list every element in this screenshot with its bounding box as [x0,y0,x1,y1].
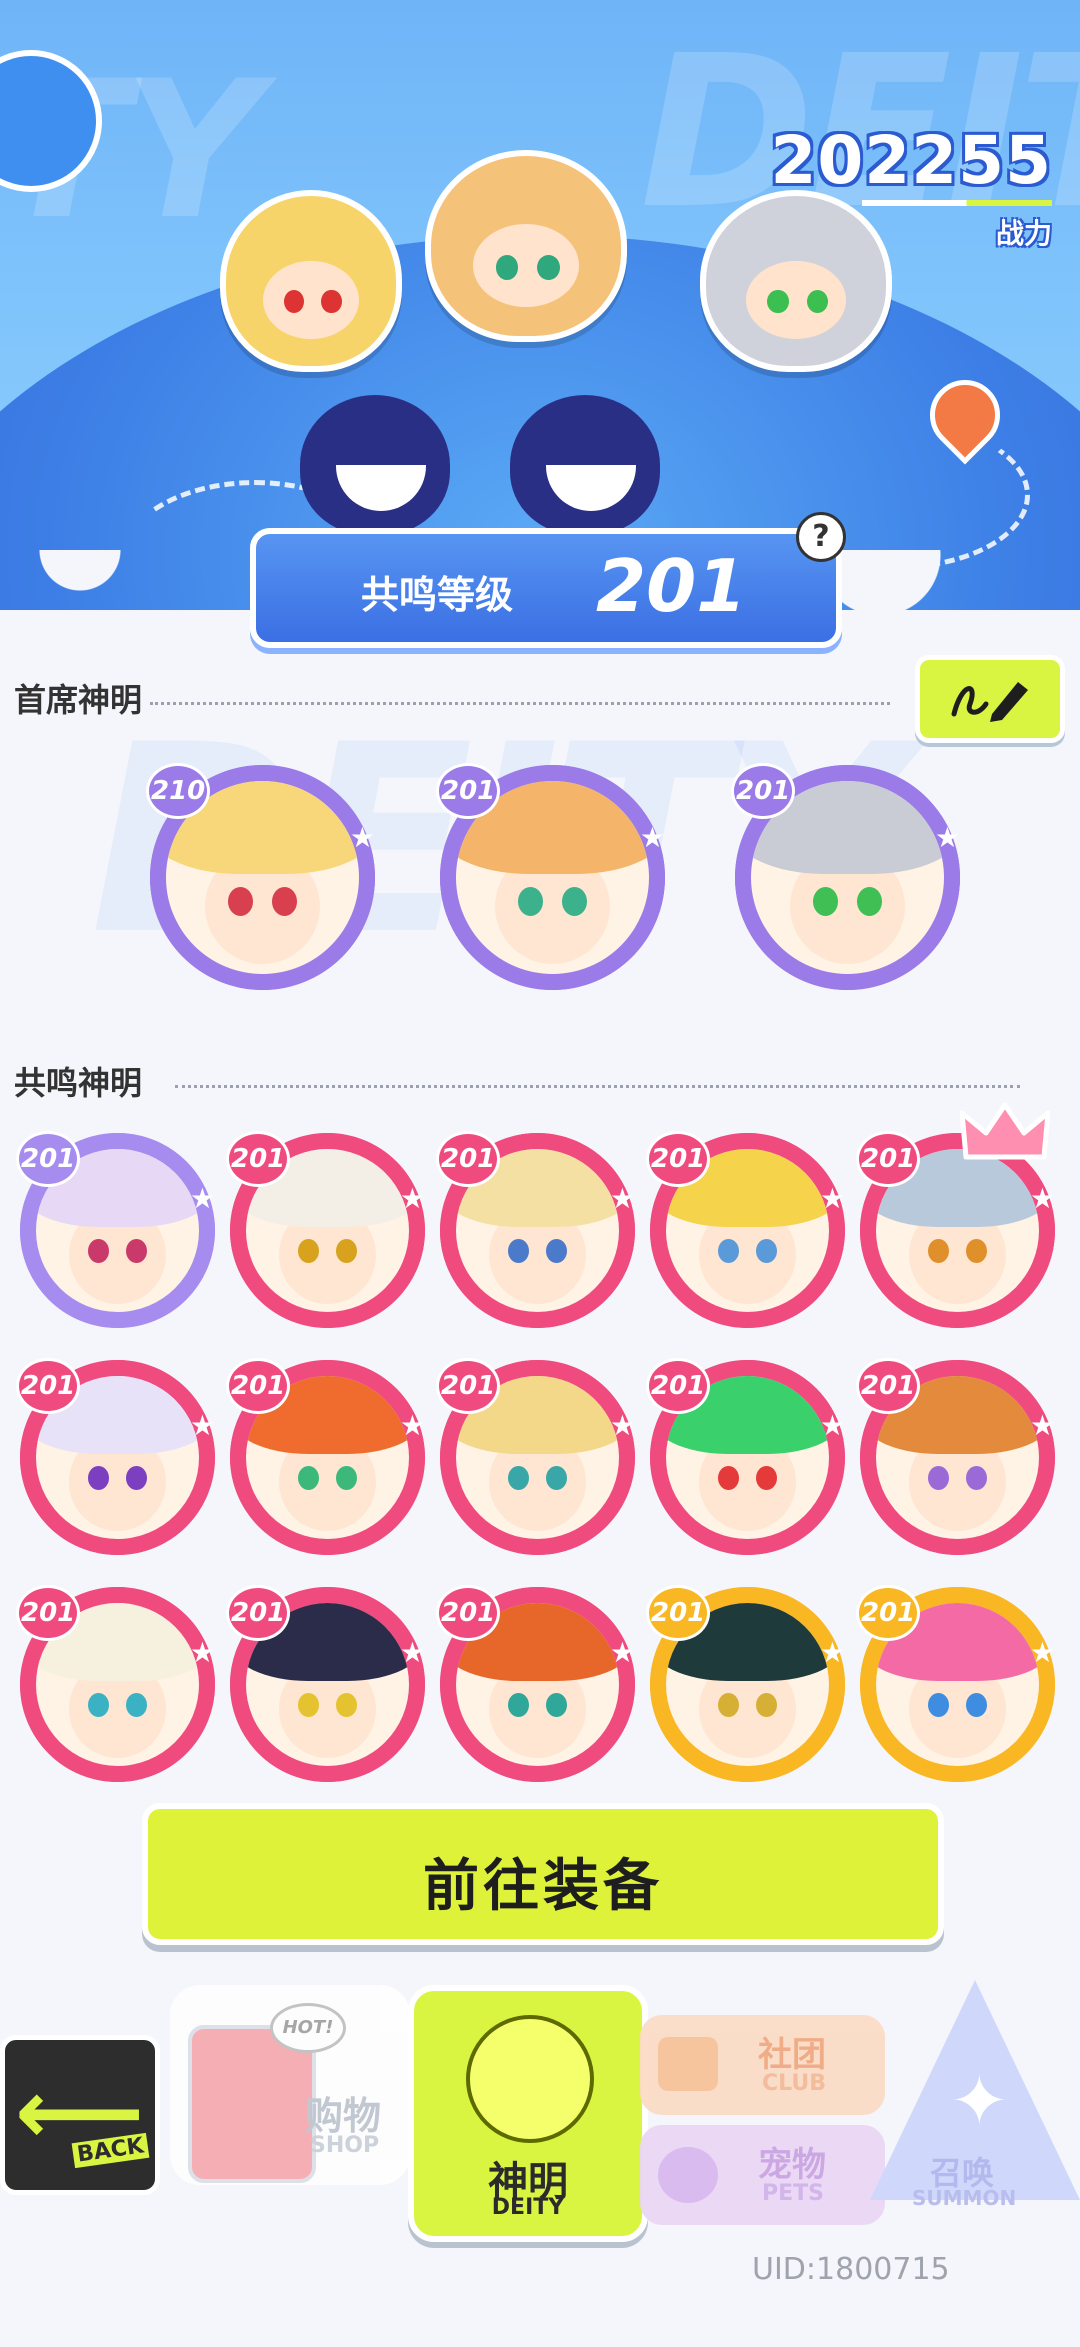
crown-icon [960,1103,1050,1160]
pencil-icon [951,682,1028,722]
level-badge: 201 [16,1585,81,1641]
nav-summon[interactable]: ✦ 召唤 SUMMON [870,1980,1080,2210]
nav-shop-label: 购物 [305,2094,382,2138]
star-icon: ★ [189,1635,215,1669]
chief-deity-portrait-1[interactable]: ★ 210 [146,763,375,990]
pet-icon [658,2147,718,2203]
nav-club[interactable]: 社团 CLUB [640,2015,885,2115]
resonance-level-banner: 共鸣等级 201 [250,528,842,648]
star-icon: ★ [189,1408,215,1442]
help-button[interactable]: ? [796,512,846,562]
nav-deity[interactable]: 神明 DEITY [408,1985,648,2242]
resonance-deity-portrait-7[interactable]: ★ 201 [226,1358,425,1555]
nav-summon-sublabel: SUMMON [912,2186,1017,2210]
nav-pets[interactable]: 宠物 PETS [640,2125,885,2225]
resonance-deity-portrait-4[interactable]: ★ 201 [646,1131,845,1328]
star-icon: ★ [639,821,665,855]
resonance-deity-portrait-9[interactable]: ★ 201 [646,1358,845,1555]
star-icon: ★ [349,821,375,855]
star-icon: ★ [609,1408,635,1442]
resonance-deity-portrait-8[interactable]: ★ 201 [436,1358,635,1555]
nav-pets-sublabel: PETS [762,2181,825,2206]
power-display: 202255 战力 [770,128,1052,252]
resonance-deity-portrait-10[interactable]: ★ 201 [856,1358,1055,1555]
resonance-deity-portrait-2[interactable]: ★ 201 [226,1131,425,1328]
deity-mascot-icon [466,2015,594,2143]
resonance-deity-portrait-1[interactable]: ★ 201 [16,1131,215,1328]
chief-deity-portrait-3[interactable]: ★ 201 [731,763,960,990]
user-id: UID:1800715 [752,2252,950,2287]
sparkle-icon: ✦ [950,2060,1009,2142]
nav-shop-sublabel: SHOP [310,2133,380,2158]
section-divider [150,702,890,705]
star-icon: ★ [189,1181,215,1215]
bag-icon [658,2037,718,2091]
power-label: 战力 [995,217,1052,250]
level-badge: 210 [146,763,211,819]
level-badge: 201 [646,1358,711,1414]
power-underline [862,200,1052,206]
chief-deity-chibi-2[interactable] [425,150,627,342]
level-badge: 201 [646,1585,711,1641]
star-icon: ★ [609,1181,635,1215]
star-icon: ★ [819,1408,845,1442]
back-button[interactable]: ⟵ BACK [0,2035,160,2195]
nav-club-sublabel: CLUB [762,2071,827,2096]
chief-deity-title: 首席神明 [14,681,143,719]
hot-badge: HOT! [270,2003,346,2053]
level-badge: 201 [731,763,796,819]
level-badge: 201 [646,1131,711,1187]
resonance-deity-portrait-13[interactable]: ★ 201 [436,1585,635,1782]
star-icon: ★ [399,1635,425,1669]
star-icon: ★ [819,1635,845,1669]
resonance-level-label: 共鸣等级 [361,573,514,617]
power-value: 202255 [770,122,1052,199]
level-badge: 201 [226,1358,291,1414]
star-icon: ★ [934,821,960,855]
level-badge: 201 [436,1131,501,1187]
nav-deity-sublabel: DEITY [491,2195,565,2220]
nav-club-label: 社团 [758,2035,826,2075]
resonance-deity-portrait-6[interactable]: ★ 201 [16,1358,215,1555]
star-icon: ★ [819,1181,845,1215]
nav-shop[interactable]: HOT! 购物 SHOP [170,1985,410,2185]
star-icon: ★ [399,1181,425,1215]
resonance-deity-portrait-3[interactable]: ★ 201 [436,1131,635,1328]
section-divider [175,1085,1020,1088]
go-equip-button[interactable]: 前往装备 [142,1803,944,1945]
planet-eye-right [510,395,660,535]
chief-deity-portrait-2[interactable]: ★ 201 [436,763,665,990]
planet-eye-left [300,395,450,535]
resonance-deity-title: 共鸣神明 [14,1064,143,1102]
go-equip-label: 前往装备 [423,1854,663,1919]
resonance-deity-portrait-14[interactable]: ★ 201 [646,1585,845,1782]
resonance-level-value: 201 [596,544,747,628]
level-badge: 201 [436,763,501,819]
nav-pets-label: 宠物 [758,2145,826,2185]
resonance-deity-portrait-12[interactable]: ★ 201 [226,1585,425,1782]
level-badge: 201 [436,1358,501,1414]
level-badge: 201 [856,1358,921,1414]
level-badge: 201 [226,1131,291,1187]
resonance-deity-portrait-15[interactable]: ★ 201 [856,1585,1055,1782]
star-icon: ★ [1029,1181,1055,1215]
star-icon: ★ [1029,1635,1055,1669]
level-badge: 201 [856,1585,921,1641]
star-icon: ★ [399,1408,425,1442]
level-badge: 201 [226,1585,291,1641]
edit-button[interactable] [915,655,1065,743]
star-icon: ★ [1029,1408,1055,1442]
level-badge: 201 [16,1358,81,1414]
level-badge: 201 [856,1131,921,1187]
level-badge: 201 [436,1585,501,1641]
star-icon: ★ [609,1635,635,1669]
level-badge: 201 [16,1131,81,1187]
chief-deity-chibi-1[interactable] [220,190,402,372]
resonance-deity-portrait-11[interactable]: ★ 201 [16,1585,215,1782]
